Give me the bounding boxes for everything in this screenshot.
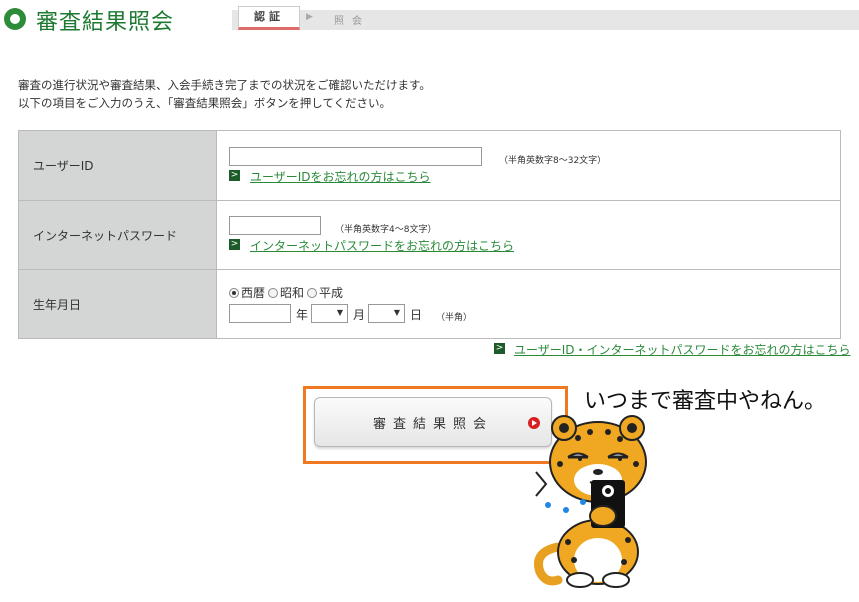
birthdate-hint: （半角） (436, 313, 473, 323)
user-id-input[interactable] (229, 147, 482, 166)
user-id-row: ユーザーID （半角英数字8～32文字） > ユーザーIDをお忘れの方はこちら (19, 131, 840, 201)
user-id-label: ユーザーID (19, 131, 217, 200)
logo-icon (4, 8, 26, 30)
intro-line-1: 審査の進行状況や審査結果、入会手続き完了までの状況をご確認いただけます。 (18, 78, 431, 92)
year-unit: 年 (296, 308, 309, 322)
password-input[interactable] (229, 216, 321, 235)
birth-month-select[interactable]: ▼ (311, 304, 348, 323)
birthdate-label: 生年月日 (19, 270, 217, 338)
login-form: ユーザーID （半角英数字8～32文字） > ユーザーIDをお忘れの方はこちら … (18, 130, 841, 339)
submit-button[interactable]: 審査結果照会 (314, 397, 552, 447)
birthdate-row: 生年月日 西暦 昭和 平成 年 ▼ 月 ▼ 日 （半角） (19, 270, 840, 338)
era-label-heisei: 平成 (319, 286, 344, 300)
submit-button-label: 審査結果照会 (372, 416, 493, 432)
mascot-speech: いつまで審査中やねん。 (584, 389, 827, 414)
birth-day-select[interactable]: ▼ (368, 304, 405, 323)
era-radio-showa[interactable] (268, 287, 279, 298)
password-hint: （半角英数字4～8文字） (335, 225, 437, 235)
step-next: 照会 (334, 16, 370, 27)
day-unit: 日 (410, 308, 423, 322)
user-id-hint: （半角英数字8～32文字） (499, 156, 607, 166)
step-current: 認証 (238, 6, 300, 30)
step-arrow-icon: ▶ (306, 12, 313, 22)
password-label: インターネットパスワード (19, 201, 217, 269)
chevron-down-icon: ▼ (336, 308, 343, 317)
cheetah-mascot-illustration (534, 415, 647, 588)
month-unit: 月 (353, 308, 366, 322)
intro-line-2: 以下の項目をご入力のうえ、「審査結果照会」ボタンを押してください。 (18, 96, 392, 110)
link-arrow-icon: > (229, 170, 240, 181)
forgot-both-link[interactable]: ユーザーID・インターネットパスワードをお忘れの方はこちら (514, 341, 851, 358)
link-arrow-icon: > (229, 239, 240, 250)
era-label-showa: 昭和 (280, 286, 305, 300)
era-radio-heisei[interactable] (307, 287, 318, 298)
chevron-down-icon: ▼ (393, 308, 400, 317)
era-radio-group: 西暦 昭和 平成 (229, 284, 343, 301)
password-row: インターネットパスワード （半角英数字4～8文字） > インターネットパスワード… (19, 201, 840, 270)
link-arrow-icon: > (494, 343, 505, 354)
era-radio-seireki[interactable] (229, 287, 239, 298)
birth-year-input[interactable] (229, 304, 291, 323)
era-label-seireki: 西暦 (241, 286, 266, 300)
forgot-user-id-link[interactable]: ユーザーIDをお忘れの方はこちら (250, 168, 431, 185)
page-title: 審査結果照会 (36, 10, 175, 35)
step-indicator (232, 10, 859, 30)
forgot-password-link[interactable]: インターネットパスワードをお忘れの方はこちら (250, 237, 514, 254)
